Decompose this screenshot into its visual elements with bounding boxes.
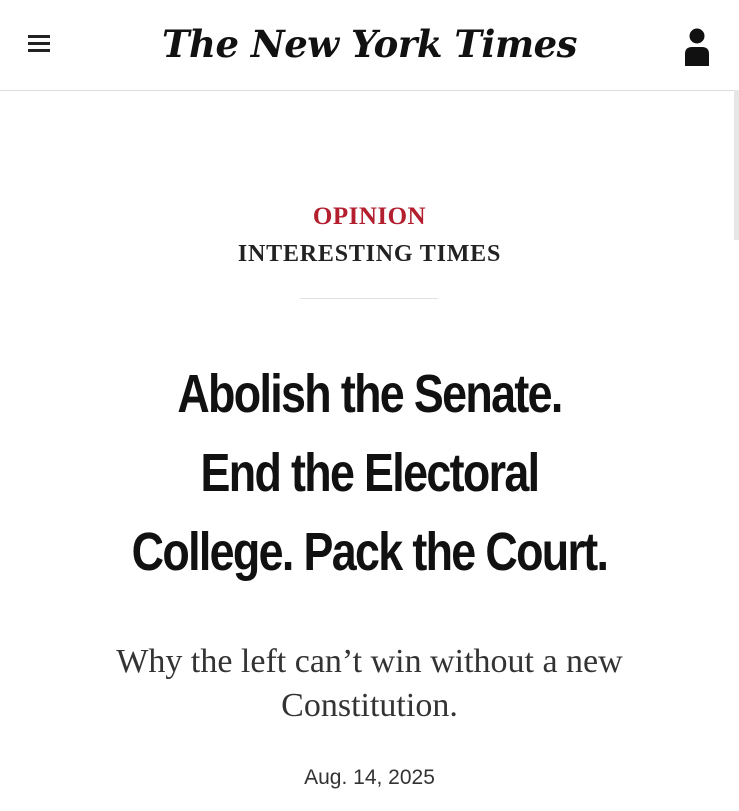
headline-line: End the Electoral (200, 443, 541, 503)
user-account-icon[interactable] (681, 24, 713, 68)
section-kicker[interactable]: OPINION (0, 203, 739, 231)
publish-date: Aug. 14, 2025 (304, 766, 435, 789)
headline-line: Abolish the Senate. (177, 364, 563, 424)
dek-line: Constitution. (281, 687, 458, 724)
divider (300, 298, 438, 299)
dek-line: Why the left can’t win without a new (116, 643, 623, 680)
user-account-icon-svg (685, 28, 709, 66)
site-logo[interactable]: The New York Times (0, 22, 739, 66)
site-header: The New York Times (0, 0, 739, 91)
column-name[interactable]: INTERESTING TIMES (0, 241, 739, 268)
headline: Abolish the Senate. End the Electoral Co… (96, 355, 643, 592)
summary-dek: Why the left can’t win without a new Con… (40, 640, 699, 728)
headline-line: College. Pack the Court. (131, 522, 609, 582)
